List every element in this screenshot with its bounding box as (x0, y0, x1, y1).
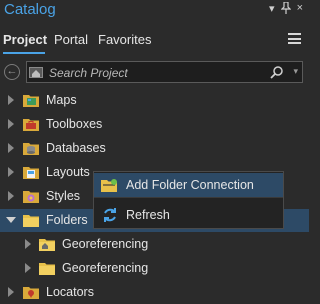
tree-item-label: Maps (46, 93, 77, 107)
context-menu: Add Folder Connection Refresh (93, 171, 284, 229)
add-folder-connection-menu-item[interactable]: Add Folder Connection (94, 173, 283, 197)
tab-project[interactable]: Project (3, 32, 47, 47)
tree-item-toolboxes[interactable]: Toolboxes (0, 113, 309, 136)
tab-portal[interactable]: Portal (54, 32, 88, 47)
expand-icon[interactable] (8, 191, 14, 201)
add-folder-connection-icon (101, 179, 117, 192)
expand-icon[interactable] (25, 263, 31, 273)
pane-options-dropdown-icon[interactable]: ▾ (269, 2, 275, 17)
menu-item-label: Refresh (126, 208, 170, 222)
toolbox-folder-icon (23, 119, 39, 131)
pin-icon[interactable] (280, 1, 292, 17)
menu-item-label: Add Folder Connection (126, 178, 254, 192)
search-icon[interactable] (270, 65, 284, 79)
tab-favorites[interactable]: Favorites (98, 32, 151, 47)
tree-item-label: Toolboxes (46, 117, 103, 131)
folders-icon (23, 215, 39, 227)
menu-separator (94, 197, 283, 198)
expand-icon[interactable] (8, 119, 14, 129)
layouts-folder-icon (23, 167, 39, 179)
home-folder-icon (39, 239, 55, 251)
search-options-chevron-icon[interactable]: ▾ (293, 66, 298, 77)
pane-controls: ▾ × (269, 1, 303, 17)
collapse-icon[interactable] (6, 217, 16, 223)
catalog-tabs: Project Portal Favorites (0, 30, 309, 52)
tree-item-databases[interactable]: Databases (0, 137, 309, 160)
tree-item-locators[interactable]: Locators (0, 281, 309, 304)
active-tab-indicator (3, 52, 45, 54)
tree-item-label: Georeferencing (62, 261, 149, 275)
menu-icon[interactable] (288, 33, 301, 44)
search-input[interactable] (47, 64, 261, 82)
refresh-icon (104, 208, 116, 222)
folder-icon (39, 263, 55, 275)
expand-icon[interactable] (8, 167, 14, 177)
tree-item-maps[interactable]: Maps (0, 89, 309, 112)
expand-icon[interactable] (8, 287, 14, 297)
tree-item-label: Folders (46, 213, 88, 227)
maps-folder-icon (23, 95, 39, 107)
tree-item-label: Databases (46, 141, 106, 155)
locators-folder-icon (23, 287, 39, 299)
tree-item-label: Layouts (46, 165, 90, 179)
search-bar: ▾ (26, 61, 303, 83)
pane-titlebar: Catalog ▾ × (0, 0, 309, 22)
pane-title: Catalog (4, 1, 56, 18)
close-icon[interactable]: × (297, 2, 303, 17)
expand-icon[interactable] (8, 95, 14, 105)
tree-item-georeferencing-home[interactable]: Georeferencing (0, 233, 309, 256)
refresh-menu-item[interactable]: Refresh (94, 203, 283, 227)
back-button[interactable]: ← (4, 64, 20, 80)
database-folder-icon (23, 143, 39, 155)
tree-item-georeferencing[interactable]: Georeferencing (0, 257, 309, 280)
expand-icon[interactable] (25, 239, 31, 249)
styles-folder-icon (23, 191, 39, 203)
tree-item-label: Styles (46, 189, 81, 203)
tree-item-label: Locators (46, 285, 94, 299)
tree-item-label: Georeferencing (62, 237, 149, 251)
project-home-icon[interactable] (29, 65, 43, 79)
expand-icon[interactable] (8, 143, 14, 153)
